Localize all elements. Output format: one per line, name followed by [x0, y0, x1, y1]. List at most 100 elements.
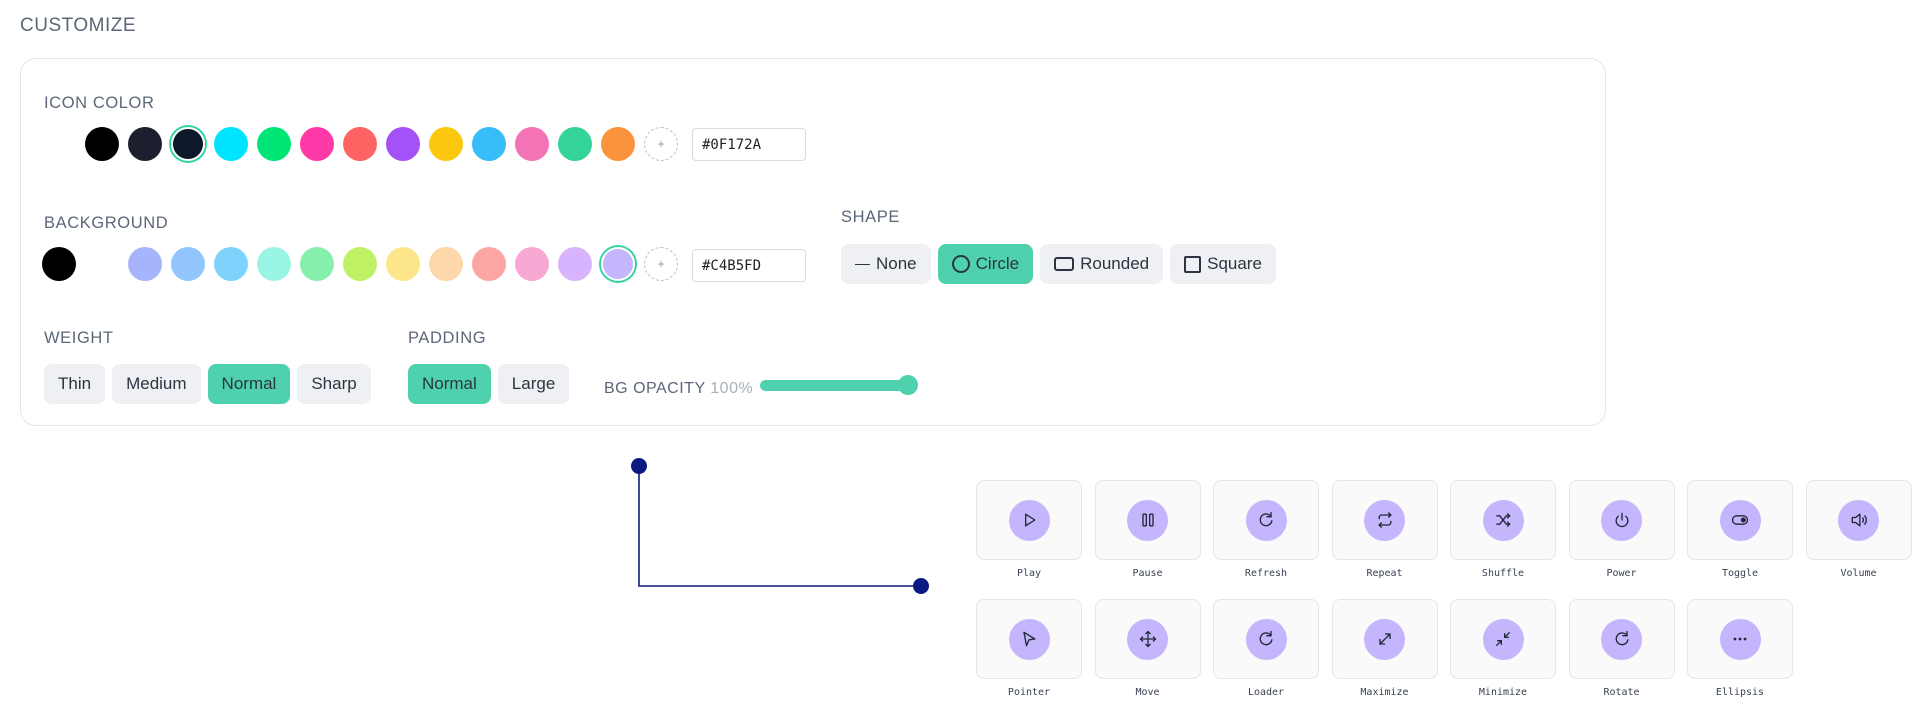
icon-color-swatch[interactable] — [171, 127, 205, 161]
shape-square-button[interactable]: Square — [1170, 244, 1276, 284]
circle-outline-icon — [951, 255, 970, 273]
icon-tile-button[interactable] — [1331, 599, 1438, 679]
background-swatch[interactable] — [472, 247, 506, 281]
background-swatch[interactable] — [128, 247, 162, 281]
icon-color-swatch[interactable] — [558, 127, 592, 161]
background-hex-input[interactable] — [692, 249, 806, 282]
refresh-icon — [1259, 511, 1273, 527]
background-swatch[interactable] — [42, 247, 76, 281]
icon-color-add-swatch-button[interactable]: + — [644, 127, 678, 161]
icon-color-swatch[interactable] — [429, 127, 463, 161]
shape-circle-button[interactable]: Circle — [937, 244, 1034, 284]
icon-color-swatch[interactable] — [85, 127, 119, 161]
icon-background-circle — [1245, 618, 1287, 660]
icon-tile-button[interactable] — [1450, 599, 1556, 679]
icon-tile-rotate: Rotate — [1568, 599, 1675, 698]
weight-thin-button[interactable]: Thin — [44, 364, 106, 404]
bg-opacity-slider-thumb[interactable] — [898, 375, 918, 395]
maximize-icon — [1378, 633, 1391, 645]
icon-tile-button[interactable] — [976, 599, 1082, 679]
background-swatch[interactable] — [300, 247, 334, 281]
shape-none-button[interactable]: None — [841, 244, 931, 284]
background-swatch[interactable] — [386, 247, 420, 281]
icon-tile-button[interactable] — [1213, 480, 1319, 560]
icon-tile-button[interactable] — [1687, 480, 1793, 560]
weight-option-label: Sharp — [311, 374, 357, 393]
icon-color-hex-input[interactable] — [692, 128, 806, 161]
icon-tile-shuffle: Shuffle — [1450, 480, 1556, 579]
background-swatch[interactable] — [601, 247, 635, 281]
icon-tile-toggle: Toggle — [1687, 480, 1793, 579]
icon-color-swatch[interactable] — [515, 127, 549, 161]
icon-tile-button[interactable] — [1687, 599, 1793, 679]
bg-opacity-label: BG OPACITY 100% — [604, 380, 753, 398]
icon-tile-ellipsis: Ellipsis — [1687, 599, 1793, 698]
icon-tile-maximize: Maximize — [1331, 599, 1438, 698]
background-swatch[interactable] — [171, 247, 205, 281]
icon-color-swatch[interactable] — [300, 127, 334, 161]
icon-tile-label: Pause — [1132, 568, 1163, 579]
shape-label: SHAPE — [841, 208, 900, 226]
weight-normal-button[interactable]: Normal — [207, 364, 291, 404]
background-swatch[interactable] — [343, 247, 377, 281]
icon-color-swatch[interactable] — [128, 127, 162, 161]
background-swatch[interactable] — [558, 247, 592, 281]
background-add-swatch-button[interactable]: + — [644, 247, 678, 281]
background-label: BACKGROUND — [44, 214, 169, 232]
background-swatch[interactable] — [85, 247, 119, 281]
icon-tile-button[interactable] — [1805, 480, 1912, 560]
icon-color-swatch[interactable] — [257, 127, 291, 161]
move-icon — [1139, 630, 1156, 648]
padding-normal-button[interactable]: Normal — [408, 364, 491, 404]
shape-options: None Circle Rounded Square — [841, 244, 1276, 284]
icon-tile-button[interactable] — [1094, 480, 1201, 560]
icon-color-swatch[interactable] — [601, 127, 635, 161]
padding-option-label: Normal — [422, 374, 477, 393]
padding-label: PADDING — [408, 329, 487, 347]
rotate-icon — [1615, 630, 1628, 646]
icon-tile-button[interactable] — [1568, 480, 1675, 560]
icon-tile-label: Loader — [1247, 687, 1285, 698]
background-swatch[interactable] — [515, 247, 549, 281]
shuffle-icon — [1496, 512, 1511, 528]
icon-background-circle — [1364, 499, 1405, 541]
connector-handle-end[interactable] — [913, 578, 929, 594]
icon-tile-label: Play — [1016, 568, 1042, 579]
background-swatch[interactable] — [257, 247, 291, 281]
icon-tile-button[interactable] — [1450, 480, 1556, 560]
weight-label: WEIGHT — [44, 329, 114, 347]
repeat-icon — [1377, 512, 1392, 528]
connector-handle-top[interactable] — [631, 458, 647, 474]
connector-lines — [631, 458, 929, 594]
icon-tile-repeat: Repeat — [1331, 480, 1438, 579]
shape-rounded-button[interactable]: Rounded — [1040, 244, 1164, 284]
icon-tile-label: Repeat — [1366, 568, 1403, 579]
icon-tile-loader: Loader — [1213, 599, 1319, 698]
icon-color-swatch[interactable] — [472, 127, 506, 161]
icon-tile-button[interactable] — [976, 480, 1082, 560]
rounded-rect-icon — [1054, 257, 1075, 271]
icon-background-circle — [1364, 618, 1405, 660]
icon-background-circle — [1245, 499, 1287, 541]
icon-background-circle — [1008, 618, 1050, 660]
section-title: CUSTOMIZE — [20, 15, 137, 36]
background-swatch[interactable] — [214, 247, 248, 281]
volume-icon — [1851, 513, 1867, 527]
weight-option-label: Thin — [58, 374, 92, 393]
toggle-icon — [1731, 515, 1749, 525]
weight-medium-button[interactable]: Medium — [112, 364, 201, 404]
background-swatch[interactable] — [429, 247, 463, 281]
power-icon — [1615, 512, 1628, 528]
icon-tile-label: Pointer — [1007, 687, 1051, 698]
padding-large-button[interactable]: Large — [497, 364, 570, 404]
icon-color-swatch[interactable] — [214, 127, 248, 161]
icon-color-swatch[interactable] — [343, 127, 377, 161]
icon-color-swatch[interactable] — [386, 127, 420, 161]
icon-tile-button[interactable] — [1331, 480, 1438, 560]
icon-tile-button[interactable] — [1213, 599, 1319, 679]
bg-opacity-slider-track[interactable] — [760, 380, 916, 391]
icon-tile-button[interactable] — [1094, 599, 1201, 679]
icon-tile-button[interactable] — [1568, 599, 1675, 679]
weight-sharp-button[interactable]: Sharp — [297, 364, 371, 404]
padding-option-label: Large — [511, 374, 556, 393]
